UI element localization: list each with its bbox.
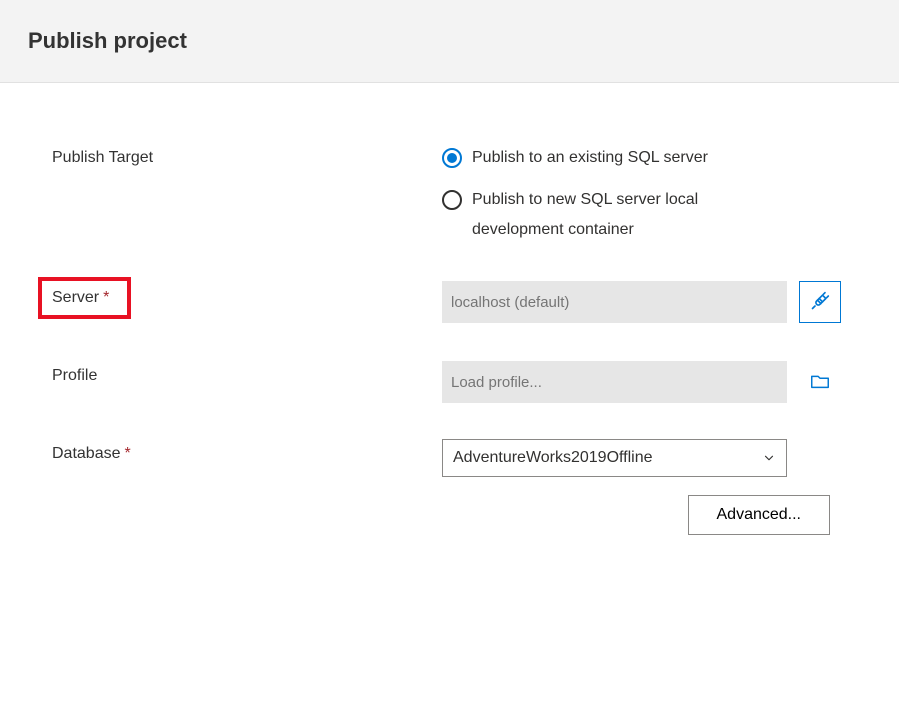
radio-publish-new[interactable]: Publish to new SQL server local developm…: [442, 185, 859, 245]
radio-publish-existing[interactable]: Publish to an existing SQL server: [442, 143, 859, 173]
database-select[interactable]: AdventureWorks2019Offline: [442, 439, 787, 477]
radio-icon: [442, 190, 462, 210]
publish-target-controls: Publish to an existing SQL server Publis…: [442, 143, 859, 245]
profile-input-row: [442, 361, 859, 403]
database-label-col: Database*: [52, 439, 442, 463]
server-row: Server*: [52, 281, 859, 323]
profile-row: Profile: [52, 361, 859, 403]
radio-publish-existing-label: Publish to an existing SQL server: [472, 143, 708, 173]
server-input[interactable]: [442, 281, 787, 323]
database-select-value: AdventureWorks2019Offline: [453, 449, 653, 467]
required-marker: *: [103, 289, 109, 306]
advanced-row: Advanced...: [442, 495, 830, 535]
server-label-highlight: Server*: [38, 277, 131, 319]
server-label-col: Server*: [52, 281, 442, 319]
server-controls: [442, 281, 859, 323]
database-label: Database: [52, 445, 121, 462]
browse-profile-button[interactable]: [799, 361, 841, 403]
database-row: Database* AdventureWorks2019Offline: [52, 439, 859, 477]
folder-icon: [809, 370, 831, 395]
profile-label: Profile: [52, 361, 442, 385]
form-area: Publish Target Publish to an existing SQ…: [0, 83, 899, 575]
profile-input[interactable]: [442, 361, 787, 403]
radio-publish-new-label: Publish to new SQL server local developm…: [472, 185, 792, 245]
profile-controls: [442, 361, 859, 403]
publish-target-label: Publish Target: [52, 143, 442, 167]
server-input-row: [442, 281, 859, 323]
database-controls: AdventureWorks2019Offline: [442, 439, 859, 477]
server-label: Server: [52, 289, 99, 306]
publish-target-row: Publish Target Publish to an existing SQ…: [52, 143, 859, 245]
connect-server-button[interactable]: [799, 281, 841, 323]
radio-icon: [442, 148, 462, 168]
advanced-button[interactable]: Advanced...: [688, 495, 831, 535]
required-marker: *: [125, 445, 131, 462]
dialog-header: Publish project: [0, 0, 899, 83]
dialog-title: Publish project: [28, 28, 871, 54]
chevron-down-icon: [762, 451, 776, 465]
plug-icon: [810, 291, 830, 314]
